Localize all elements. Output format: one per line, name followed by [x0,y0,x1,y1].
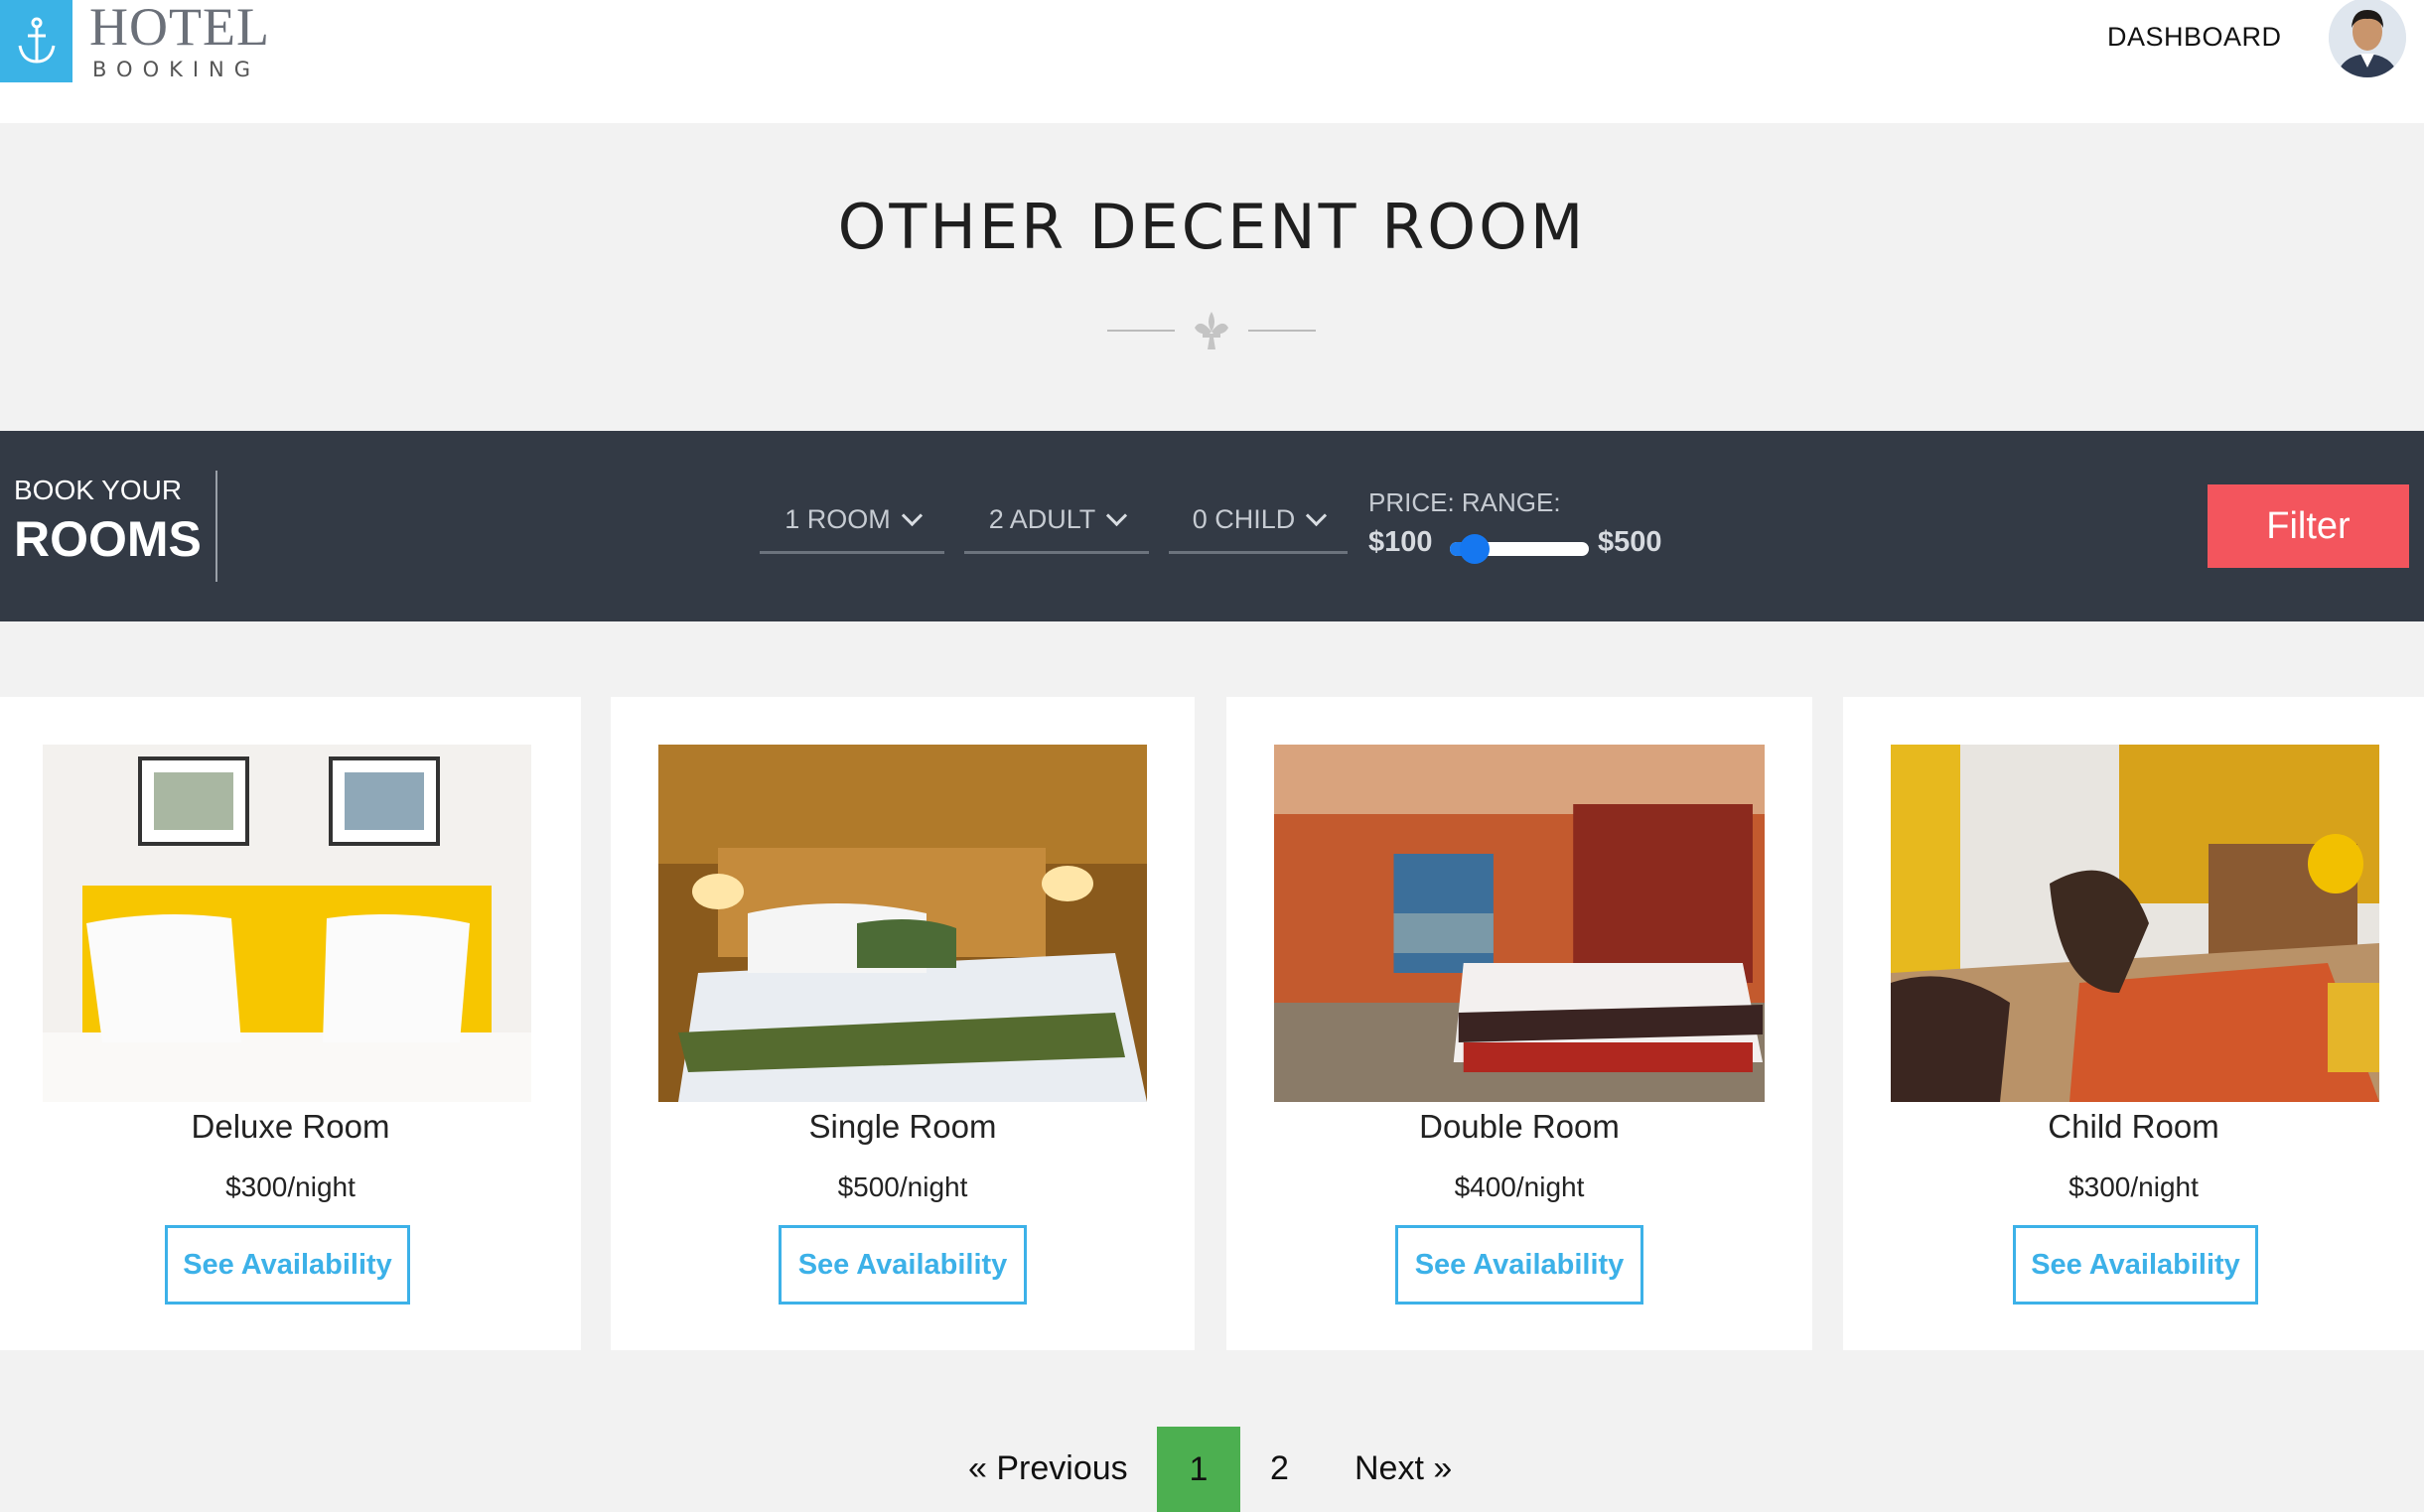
price-range-label: PRICE: RANGE: [1368,487,1561,517]
room-price: $300/night [225,1171,356,1202]
dashboard-link[interactable]: DASHBOARD [2107,22,2282,53]
logo-title: HOTEL [89,0,270,57]
adult-count-select[interactable]: 2 ADULT [964,496,1149,554]
room-count-value: 1 ROOM [784,504,891,534]
pagination-page-1[interactable]: 1 [1157,1427,1240,1512]
user-avatar[interactable] [2329,0,2406,77]
room-price: $400/night [1454,1171,1585,1202]
room-card: Single Room $500/night See Availability [611,697,1195,1350]
room-price: $500/night [837,1171,968,1202]
top-navbar: HOTEL BOOKING DASHBOARD [0,0,2424,123]
chevron-down-icon [1306,504,1328,527]
room-card: Double Room $400/night See Availability [1226,697,1812,1350]
room-image[interactable] [1891,745,2379,1102]
slider-handle[interactable] [1460,534,1490,564]
price-range-slider[interactable] [1450,534,1589,564]
pagination-page-2[interactable]: 2 [1270,1449,1289,1488]
see-availability-button[interactable]: See Availability [779,1225,1027,1305]
chevron-down-icon [901,504,923,527]
price-max-value: $500 [1598,526,1662,558]
room-image[interactable] [43,745,531,1102]
room-name: Double Room [1419,1108,1620,1145]
booking-bar: BOOK YOUR ROOMS 1 ROOM 2 ADULT 0 CHILD P… [0,431,2424,621]
room-card: Child Room $300/night See Availability [1843,697,2424,1350]
pagination-previous-link[interactable]: « Previous [968,1449,1128,1488]
room-name: Child Room [2048,1108,2219,1145]
filter-button[interactable]: Filter [2208,484,2409,568]
room-name: Deluxe Room [191,1108,390,1145]
rooms-label: ROOMS [14,511,202,567]
anchor-logo-icon[interactable] [0,0,72,82]
room-count-select[interactable]: 1 ROOM [760,496,944,554]
child-count-select[interactable]: 0 CHILD [1169,496,1348,554]
divider [215,471,217,582]
logo-subtitle: BOOKING [92,58,261,81]
room-image[interactable] [1274,745,1765,1102]
see-availability-button[interactable]: See Availability [2013,1225,2258,1305]
room-price: $300/night [2068,1171,2199,1202]
book-your-label: BOOK YOUR [14,475,183,505]
chevron-down-icon [1106,504,1128,527]
anchor-icon [18,17,55,64]
room-name: Single Room [808,1108,997,1145]
see-availability-button[interactable]: See Availability [165,1225,410,1305]
room-image[interactable] [658,745,1147,1102]
fleur-divider-icon [1107,312,1316,349]
adult-count-value: 2 ADULT [988,504,1096,534]
room-card: Deluxe Room $300/night See Availability [0,697,581,1350]
price-min-value: $100 [1368,526,1433,558]
see-availability-button[interactable]: See Availability [1395,1225,1643,1305]
child-count-value: 0 CHILD [1192,504,1296,534]
pagination-next-link[interactable]: Next » [1355,1449,1452,1488]
section-title: OTHER DECENT ROOM [837,191,1587,263]
